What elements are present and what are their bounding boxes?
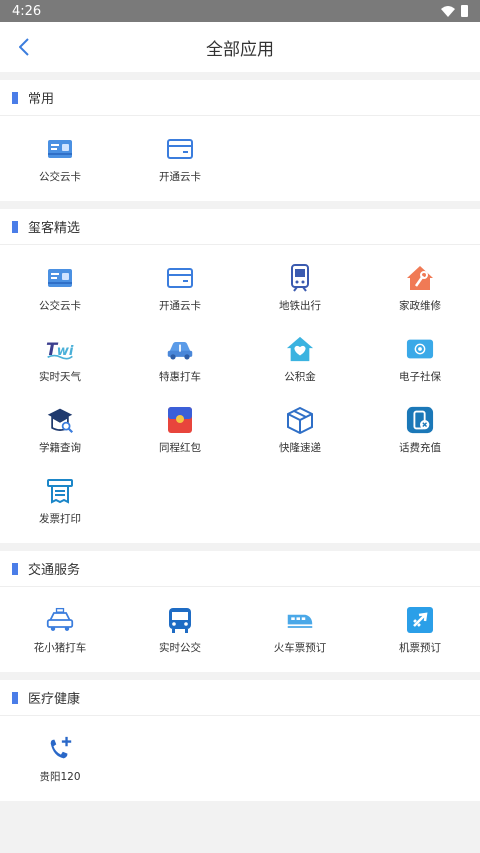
fund-icon [286, 335, 314, 363]
section-title: 玺客精选 [28, 221, 81, 236]
app-label: 学籍查询 [39, 442, 81, 454]
section-marker [12, 91, 18, 104]
app-grid: 公交云卡 开通云卡 地铁出行 家政维修 Twi 实时天气 特惠打车 公积金 电子… [0, 245, 480, 543]
app-label: 话费充值 [399, 442, 441, 454]
app-emergency-120[interactable]: 贵阳120 [0, 724, 120, 795]
bus-card-icon [46, 135, 74, 163]
app-bus-card[interactable]: 公交云卡 [0, 124, 120, 195]
app-label: 公积金 [284, 371, 316, 383]
app-grid: 花小猪打车 实时公交 火车票预订 机票预订 [0, 587, 480, 672]
phone-plus-icon [46, 735, 74, 763]
app-label: 发票打印 [39, 513, 81, 525]
bus-icon [166, 606, 194, 634]
app-bus-card[interactable]: 公交云卡 [0, 253, 120, 324]
app-realtime-bus[interactable]: 实时公交 [120, 595, 240, 666]
app-label: 特惠打车 [159, 371, 201, 383]
top-bar: 全部应用 [0, 22, 480, 72]
app-label: 电子社保 [399, 371, 441, 383]
app-grid: 贵阳120 [0, 716, 480, 801]
open-card-icon [166, 135, 194, 163]
plane-icon [406, 606, 434, 634]
app-label: 同程红包 [159, 442, 201, 454]
section-marker [12, 562, 18, 575]
social-security-icon [406, 335, 434, 363]
section-title: 医疗健康 [28, 692, 81, 707]
invoice-icon [46, 477, 74, 505]
section-header: 玺客精选 [0, 209, 480, 245]
red-packet-icon [166, 406, 194, 434]
section-title: 交通服务 [28, 563, 81, 578]
app-weather[interactable]: Twi 实时天气 [0, 324, 120, 395]
section-transport: 交通服务 花小猪打车 实时公交 火车票预订 机票预订 [0, 551, 480, 672]
bus-card-icon [46, 264, 74, 292]
metro-icon [286, 264, 314, 292]
app-car[interactable]: 特惠打车 [120, 324, 240, 395]
weather-icon: Twi [46, 335, 74, 363]
app-metro[interactable]: 地铁出行 [240, 253, 360, 324]
app-open-card[interactable]: 开通云卡 [120, 253, 240, 324]
app-flight-ticket[interactable]: 机票预订 [360, 595, 480, 666]
app-open-card[interactable]: 开通云卡 [120, 124, 240, 195]
app-label: 贵阳120 [39, 771, 81, 783]
app-label: 火车票预订 [273, 642, 327, 654]
app-label: 公交云卡 [39, 300, 81, 312]
app-taxi[interactable]: 花小猪打车 [0, 595, 120, 666]
train-icon [286, 606, 314, 634]
app-fund[interactable]: 公积金 [240, 324, 360, 395]
page-title: 全部应用 [206, 39, 274, 60]
section-marker [12, 691, 18, 704]
app-red-packet[interactable]: 同程红包 [120, 395, 240, 466]
app-phone-recharge[interactable]: 话费充值 [360, 395, 480, 466]
chevron-left-icon [19, 38, 29, 56]
car-icon [166, 335, 194, 363]
app-label: 实时天气 [39, 371, 81, 383]
app-label: 家政维修 [399, 300, 441, 312]
taxi-icon [46, 606, 74, 634]
package-icon [286, 406, 314, 434]
back-button[interactable] [16, 35, 32, 59]
app-social-security[interactable]: 电子社保 [360, 324, 480, 395]
graduation-icon [46, 406, 74, 434]
section-health: 医疗健康 贵阳120 [0, 680, 480, 801]
app-label: 地铁出行 [279, 300, 321, 312]
app-package[interactable]: 快隆速递 [240, 395, 360, 466]
section-header: 医疗健康 [0, 680, 480, 716]
section-header: 交通服务 [0, 551, 480, 587]
app-graduation[interactable]: 学籍查询 [0, 395, 120, 466]
section-common: 常用 公交云卡 开通云卡 [0, 80, 480, 201]
app-label: 实时公交 [159, 642, 201, 654]
home-repair-icon [406, 264, 434, 292]
app-train-ticket[interactable]: 火车票预订 [240, 595, 360, 666]
app-label: 开通云卡 [159, 171, 201, 183]
wifi-icon [441, 5, 455, 17]
app-label: 花小猪打车 [33, 642, 87, 654]
app-label: 快隆速递 [279, 442, 321, 454]
section-marker [12, 220, 18, 233]
app-home-repair[interactable]: 家政维修 [360, 253, 480, 324]
open-card-icon [166, 264, 194, 292]
section-title: 常用 [28, 92, 55, 107]
status-bar: 4:26 [0, 0, 480, 22]
section-header: 常用 [0, 80, 480, 116]
section-featured: 玺客精选 公交云卡 开通云卡 地铁出行 家政维修 T wi 实时天气 特惠打车 … [0, 209, 480, 543]
battery-icon [461, 5, 468, 17]
app-grid: 公交云卡 开通云卡 [0, 116, 480, 201]
status-time: 4:26 [12, 3, 42, 19]
app-label: 机票预订 [399, 642, 441, 654]
app-label: 公交云卡 [39, 171, 81, 183]
app-invoice[interactable]: 发票打印 [0, 466, 120, 537]
app-label: 开通云卡 [159, 300, 201, 312]
phone-recharge-icon [406, 406, 434, 434]
